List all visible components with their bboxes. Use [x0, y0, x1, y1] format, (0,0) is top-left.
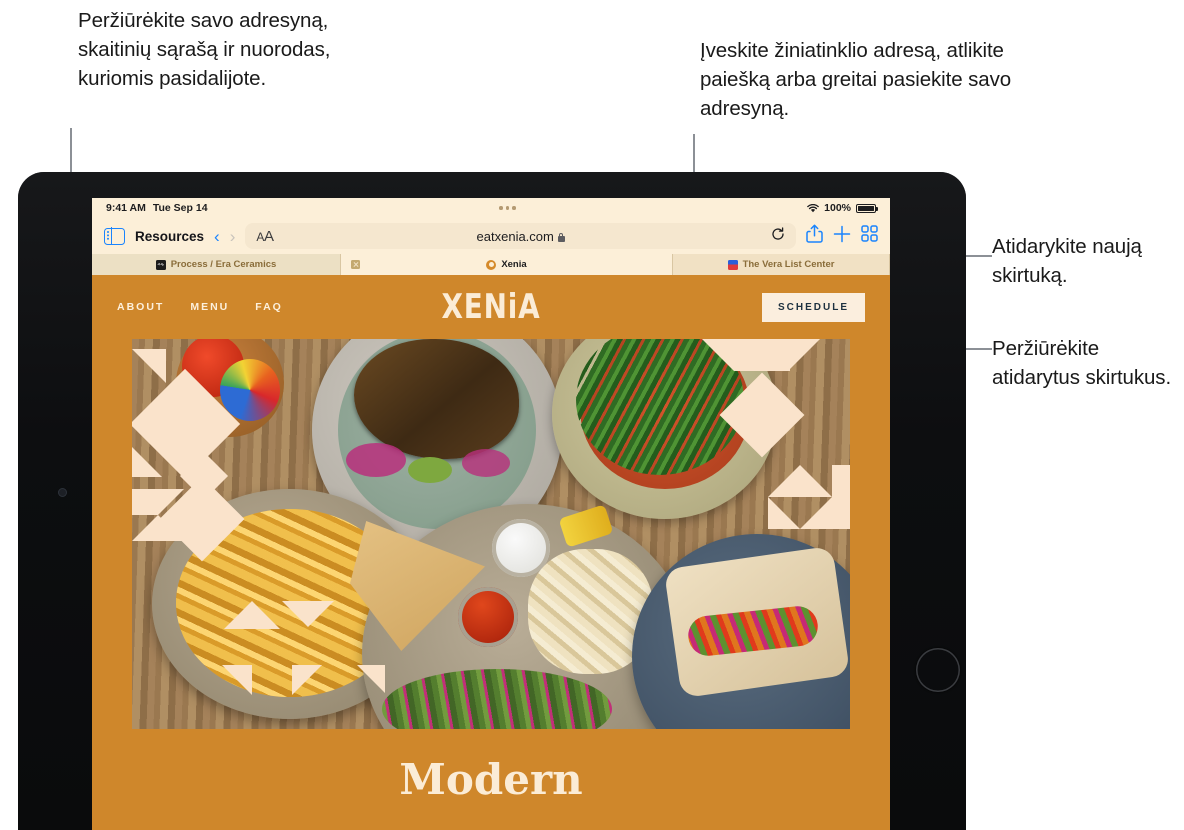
decor-triangle [222, 665, 252, 695]
decor-triangle [132, 447, 162, 477]
nav-link-about[interactable]: ABOUT [117, 301, 164, 313]
ipad-screen: 9:41 AM Tue Sep 14 100% Resources ‹ › AA… [92, 198, 890, 830]
browser-toolbar: Resources ‹ › AAAA eatxenia.com [92, 218, 890, 254]
text-size-button[interactable]: AAAA [256, 228, 274, 245]
nav-link-menu[interactable]: MENU [190, 301, 229, 313]
tab-title: Process / Era Ceramics [170, 259, 277, 270]
food-photograph [132, 339, 850, 729]
xenia-favicon [486, 259, 497, 270]
tab-process-era-ceramics[interactable]: Process / Era Ceramics [92, 254, 341, 275]
battery-icon [856, 203, 878, 213]
decor-triangle [768, 497, 800, 529]
reload-icon[interactable] [771, 227, 785, 245]
url-text: eatxenia.com [245, 229, 796, 244]
share-icon[interactable] [806, 224, 823, 248]
tab-title: Xenia [501, 259, 527, 270]
wifi-icon [807, 203, 819, 213]
decor-triangle [292, 665, 322, 695]
website-xenia: ABOUT MENU FAQ XENiA SCHEDULE Modern [92, 275, 890, 830]
hero-tagline: Modern [399, 755, 583, 804]
tab-bar: Process / Era Ceramics Xenia The Vera Li… [92, 254, 890, 275]
lock-icon [557, 232, 565, 242]
decor-triangle [702, 339, 734, 371]
status-time: 9:41 AM [106, 202, 146, 214]
decor-triangle [768, 465, 800, 497]
battery-percent: 100% [824, 202, 851, 214]
status-bar: 9:41 AM Tue Sep 14 100% [92, 198, 890, 218]
close-icon[interactable] [351, 260, 360, 269]
callout-new-tab: Atidarykite naują skirtuką. [992, 235, 1142, 287]
front-camera [58, 488, 67, 497]
sidebar-icon[interactable] [104, 226, 125, 246]
decor-square [132, 489, 158, 515]
chevron-right-icon[interactable]: › [230, 228, 236, 245]
decor-square [734, 339, 790, 371]
decor-triangle [790, 339, 820, 369]
nav-link-faq[interactable]: FAQ [255, 301, 283, 313]
callout-address-bar: Įveskite žiniatinklio adresą, atlikite p… [700, 39, 1012, 120]
site-navigation: ABOUT MENU FAQ XENiA SCHEDULE [92, 275, 890, 339]
tab-vera-list-center[interactable]: The Vera List Center [673, 254, 890, 275]
status-date: Tue Sep 14 [152, 202, 208, 214]
plus-icon[interactable] [833, 225, 851, 248]
vera-list-center-favicon [727, 259, 738, 270]
sidebar-button-label[interactable]: Resources [135, 229, 204, 244]
ipad-device: 9:41 AM Tue Sep 14 100% Resources ‹ › AA… [18, 172, 966, 830]
decor-triangle [132, 349, 166, 383]
callout-bookmarks: Peržiūrėkite savo adresyną, skaitinių są… [78, 9, 331, 90]
hero-food-photo [132, 339, 850, 729]
decor-triangle [282, 601, 308, 627]
address-bar[interactable]: AAAA eatxenia.com [245, 223, 796, 249]
home-button[interactable] [916, 648, 960, 692]
grid-icon[interactable] [861, 225, 878, 247]
callout-view-tabs: Peržiūrėkite atidarytus skirtukus. [992, 337, 1172, 389]
tab-xenia[interactable]: Xenia [341, 254, 673, 275]
decor-triangle [204, 437, 226, 459]
process-era-ceramics-favicon [155, 259, 166, 270]
ellipsis-icon[interactable] [499, 206, 516, 210]
schedule-button[interactable]: SCHEDULE [761, 292, 865, 322]
chevron-left-icon[interactable]: ‹ [214, 228, 220, 245]
decor-triangle [224, 601, 252, 629]
decor-triangle [132, 515, 158, 541]
decor-triangle [252, 601, 280, 629]
decor-triangle [357, 665, 385, 693]
decor-square [832, 465, 850, 529]
decor-triangle [308, 601, 334, 627]
decor-triangle [800, 465, 832, 497]
tab-title: The Vera List Center [742, 259, 835, 270]
decor-triangle [800, 497, 832, 529]
